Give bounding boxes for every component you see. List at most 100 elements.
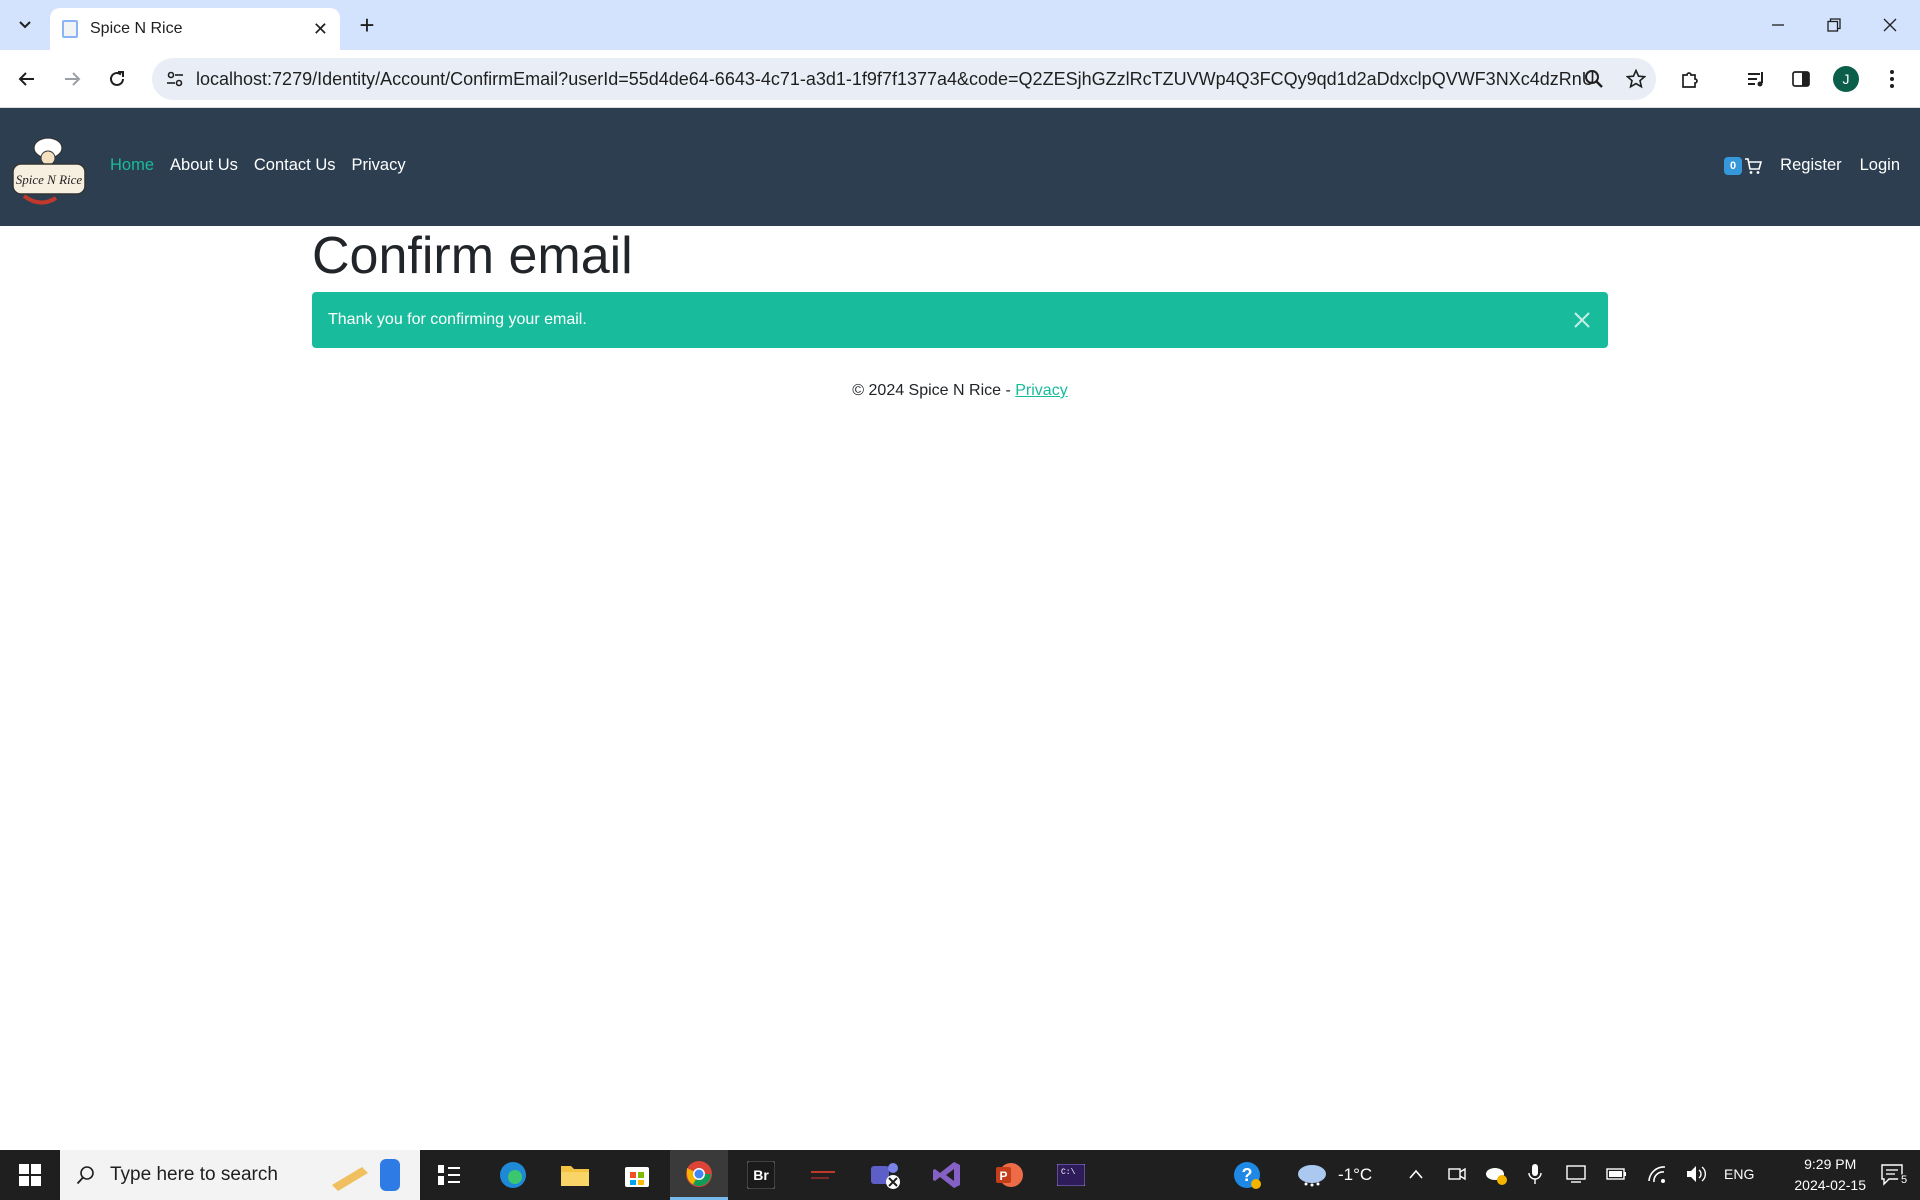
profile-button[interactable]: J <box>1828 61 1864 97</box>
svg-text:?: ? <box>1242 1165 1253 1185</box>
media-controls-button[interactable] <box>1738 61 1774 97</box>
footer-privacy-link[interactable]: Privacy <box>1015 382 1067 399</box>
nav-contact-us[interactable]: Contact Us <box>254 156 336 175</box>
project-libre-icon <box>811 1171 835 1179</box>
display-icon[interactable] <box>1566 1165 1586 1183</box>
page-title: Confirm email <box>312 227 633 285</box>
task-view-button[interactable] <box>420 1150 478 1200</box>
taskbar-chrome[interactable] <box>670 1150 728 1200</box>
language-indicator[interactable]: ENG <box>1724 1166 1754 1182</box>
logo-text: Spice N Rice <box>16 172 83 187</box>
task-view-icon <box>438 1165 460 1185</box>
more-vertical-icon <box>1890 70 1894 88</box>
notification-count: 5 <box>1898 1174 1911 1186</box>
browser-toolbar: localhost:7279/Identity/Account/ConfirmE… <box>0 50 1920 108</box>
notification-center-button[interactable]: 5 <box>1866 1150 1920 1200</box>
footer-copyright: © 2024 Spice N Rice - <box>852 382 1016 399</box>
taskbar-terminal[interactable]: C:\ <box>1042 1150 1100 1200</box>
close-icon <box>1883 18 1897 32</box>
success-alert: Thank you for confirming your email. <box>312 292 1608 348</box>
folder-icon <box>561 1166 589 1186</box>
account-nav: 0 Register Login <box>1724 156 1900 175</box>
windows-taskbar: Type here to search Br P C:\ ? -1°C ENG <box>0 1150 1920 1200</box>
taskbar-search[interactable]: Type here to search <box>60 1150 420 1200</box>
taskbar-teams[interactable] <box>856 1150 914 1200</box>
extensions-button[interactable] <box>1672 61 1708 97</box>
puzzle-icon <box>1682 72 1698 88</box>
alert-message: Thank you for confirming your email. <box>328 311 587 328</box>
visual-studio-icon <box>933 1162 960 1188</box>
media-queue-icon <box>1748 72 1763 87</box>
onedrive-warning-icon[interactable] <box>1484 1164 1508 1186</box>
browser-tabstrip: Spice N Rice ✕ + <box>0 0 1920 50</box>
chef-logo-icon: Spice N Rice <box>12 137 86 205</box>
login-link[interactable]: Login <box>1860 156 1900 175</box>
chevron-down-icon <box>19 21 31 29</box>
main-content: Confirm email Thank you for confirming y… <box>312 226 1608 348</box>
taskbar-bridge[interactable]: Br <box>732 1150 790 1200</box>
taskbar-visual-studio[interactable] <box>918 1150 976 1200</box>
weather-cloud-icon[interactable] <box>1296 1162 1328 1188</box>
windows-logo-icon <box>19 1164 41 1186</box>
shopping-cart-icon <box>1745 157 1763 174</box>
forward-button[interactable] <box>54 61 90 97</box>
store-icon <box>625 1167 649 1187</box>
new-tab-button[interactable]: + <box>352 10 382 40</box>
site-footer: © 2024 Spice N Rice - Privacy <box>0 382 1920 400</box>
taskbar-store[interactable] <box>608 1150 666 1200</box>
powerpoint-icon: P <box>996 1163 1023 1187</box>
weather-temperature[interactable]: -1°C <box>1338 1165 1372 1185</box>
reload-icon <box>110 71 124 86</box>
microphone-icon[interactable] <box>1528 1163 1542 1185</box>
register-link[interactable]: Register <box>1780 156 1841 175</box>
search-placeholder: Type here to search <box>110 1164 278 1185</box>
close-window-button[interactable] <box>1862 0 1918 50</box>
site-info-icon[interactable] <box>166 70 184 88</box>
help-icon[interactable]: ? <box>1232 1160 1262 1190</box>
chevron-up-icon[interactable] <box>1408 1167 1424 1181</box>
browser-menu-button[interactable] <box>1874 61 1910 97</box>
terminal-icon: C:\ <box>1057 1164 1085 1186</box>
taskbar-powerpoint[interactable]: P <box>980 1150 1038 1200</box>
side-panel-icon <box>1792 71 1810 87</box>
minimize-button[interactable] <box>1750 0 1806 50</box>
site-navbar: Spice N Rice Home About Us Contact Us Pr… <box>0 108 1920 226</box>
restore-button[interactable] <box>1806 0 1862 50</box>
volume-icon[interactable] <box>1686 1165 1708 1183</box>
teams-icon <box>871 1163 900 1189</box>
tab-close-icon[interactable]: ✕ <box>313 19 328 40</box>
nav-home[interactable]: Home <box>110 156 154 175</box>
reload-button[interactable] <box>99 61 135 97</box>
arrow-left-icon <box>18 72 34 86</box>
search-highlight-icon <box>332 1159 400 1191</box>
bookmark-star-icon[interactable] <box>1626 69 1646 89</box>
back-button[interactable] <box>9 61 45 97</box>
nav-privacy[interactable]: Privacy <box>352 156 406 175</box>
taskbar-project-libre[interactable] <box>794 1150 852 1200</box>
tab-search-button[interactable] <box>10 10 40 40</box>
tab-title: Spice N Rice <box>90 20 183 37</box>
taskbar-file-explorer[interactable] <box>546 1150 604 1200</box>
taskbar-edge[interactable] <box>484 1150 542 1200</box>
wifi-icon[interactable] <box>1646 1164 1668 1184</box>
close-icon[interactable] <box>1570 308 1594 332</box>
cart-link[interactable]: 0 <box>1724 156 1763 175</box>
start-button[interactable] <box>0 1150 60 1200</box>
browser-tab[interactable]: Spice N Rice ✕ <box>50 8 340 50</box>
meet-now-icon[interactable] <box>1448 1165 1466 1183</box>
clock-time: 9:29 PM <box>1804 1156 1857 1172</box>
clock-date: 2024-02-15 <box>1794 1177 1866 1193</box>
search-icon <box>76 1166 94 1185</box>
restore-icon <box>1827 18 1841 32</box>
svg-text:P: P <box>999 1169 1007 1183</box>
nav-about-us[interactable]: About Us <box>170 156 238 175</box>
taskbar-clock[interactable]: 9:29 PM 2024-02-15 <box>1794 1154 1866 1196</box>
side-panel-button[interactable] <box>1783 61 1819 97</box>
zoom-icon[interactable] <box>1584 69 1604 89</box>
address-bar[interactable]: localhost:7279/Identity/Account/ConfirmE… <box>152 58 1656 100</box>
battery-icon[interactable] <box>1606 1167 1628 1181</box>
url-text[interactable]: localhost:7279/Identity/Account/ConfirmE… <box>196 69 1596 90</box>
arrow-right-icon <box>65 72 81 86</box>
site-logo[interactable]: Spice N Rice <box>10 128 88 206</box>
page-favicon-icon <box>62 20 78 38</box>
